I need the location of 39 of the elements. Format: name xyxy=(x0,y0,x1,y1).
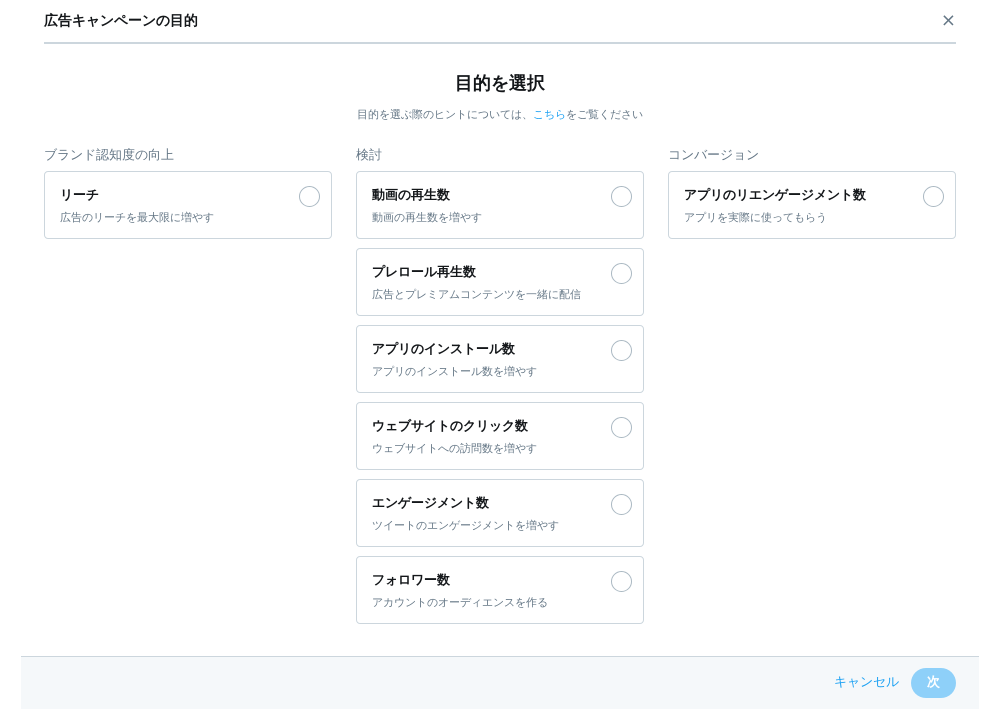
option-title: リーチ xyxy=(60,186,100,204)
option-description: アカウントのオーディエンスを作る xyxy=(372,595,548,611)
option-title: アプリのインストール数 xyxy=(372,340,516,358)
option-description: 動画の再生数を増やす xyxy=(372,210,482,226)
column-heading: コンバージョン xyxy=(668,146,760,164)
option-description: 広告のリーチを最大限に増やす xyxy=(60,210,214,226)
objective-card[interactable]: 動画の再生数 動画の再生数を増やす xyxy=(356,170,644,238)
option-title: ウェブサイトのクリック数 xyxy=(372,418,529,436)
radio-button[interactable] xyxy=(611,494,632,514)
option-description: アプリを実際に使ってもらう xyxy=(684,210,828,226)
radio-button[interactable] xyxy=(611,340,632,360)
radio-button[interactable] xyxy=(611,570,632,592)
objective-card[interactable]: ウェブサイトのクリック数 ウェブサイトへの訪問数を増やす xyxy=(356,402,644,470)
radio-button[interactable] xyxy=(611,416,632,438)
option-title: アプリのリエンゲージメント数 xyxy=(684,186,866,204)
section-heading: 目的を選択 xyxy=(455,72,545,96)
radio-button[interactable] xyxy=(611,262,632,284)
option-description: ツイートのエンゲージメントを増やす xyxy=(372,518,559,534)
column-heading: 検討 xyxy=(356,146,383,164)
option-title: エンゲージメント数 xyxy=(372,494,490,512)
option-title: フォロワー数 xyxy=(372,572,451,590)
dialog-title: 広告キャンペーンの目的 xyxy=(44,12,198,30)
close-button[interactable]: × xyxy=(940,12,956,30)
column-heading: ブランド認知度の向上 xyxy=(44,146,175,164)
radio-button[interactable] xyxy=(923,186,944,206)
objective-card[interactable]: アプリのインストール数 アプリのインストール数を増やす xyxy=(356,324,644,392)
objective-card[interactable]: プレロール再生数 広告とプレミアムコンテンツを一緒に配信 xyxy=(356,248,644,316)
objective-card[interactable]: アプリのリエンゲージメント数 アプリを実際に使ってもらう xyxy=(668,170,956,238)
option-description: ウェブサイトへの訪問数を増やす xyxy=(372,441,537,457)
objective-card[interactable]: エンゲージメント数 ツイートのエンゲージメントを増やす xyxy=(356,478,644,546)
option-title: 動画の再生数 xyxy=(372,186,451,204)
objective-card[interactable]: リーチ 広告のリーチを最大限に増やす xyxy=(44,170,332,238)
option-title: プレロール再生数 xyxy=(372,264,477,282)
option-description: アプリのインストール数を増やす xyxy=(372,364,537,380)
radio-button[interactable] xyxy=(299,186,320,206)
option-description: 広告とプレミアムコンテンツを一緒に配信 xyxy=(372,287,581,303)
objective-card[interactable]: フォロワー数 アカウントのオーディエンスを作る xyxy=(356,556,644,624)
hint-text: 目的を選ぶ際のヒントについては、こちら をご覧ください xyxy=(357,107,643,123)
radio-button[interactable] xyxy=(611,186,632,206)
